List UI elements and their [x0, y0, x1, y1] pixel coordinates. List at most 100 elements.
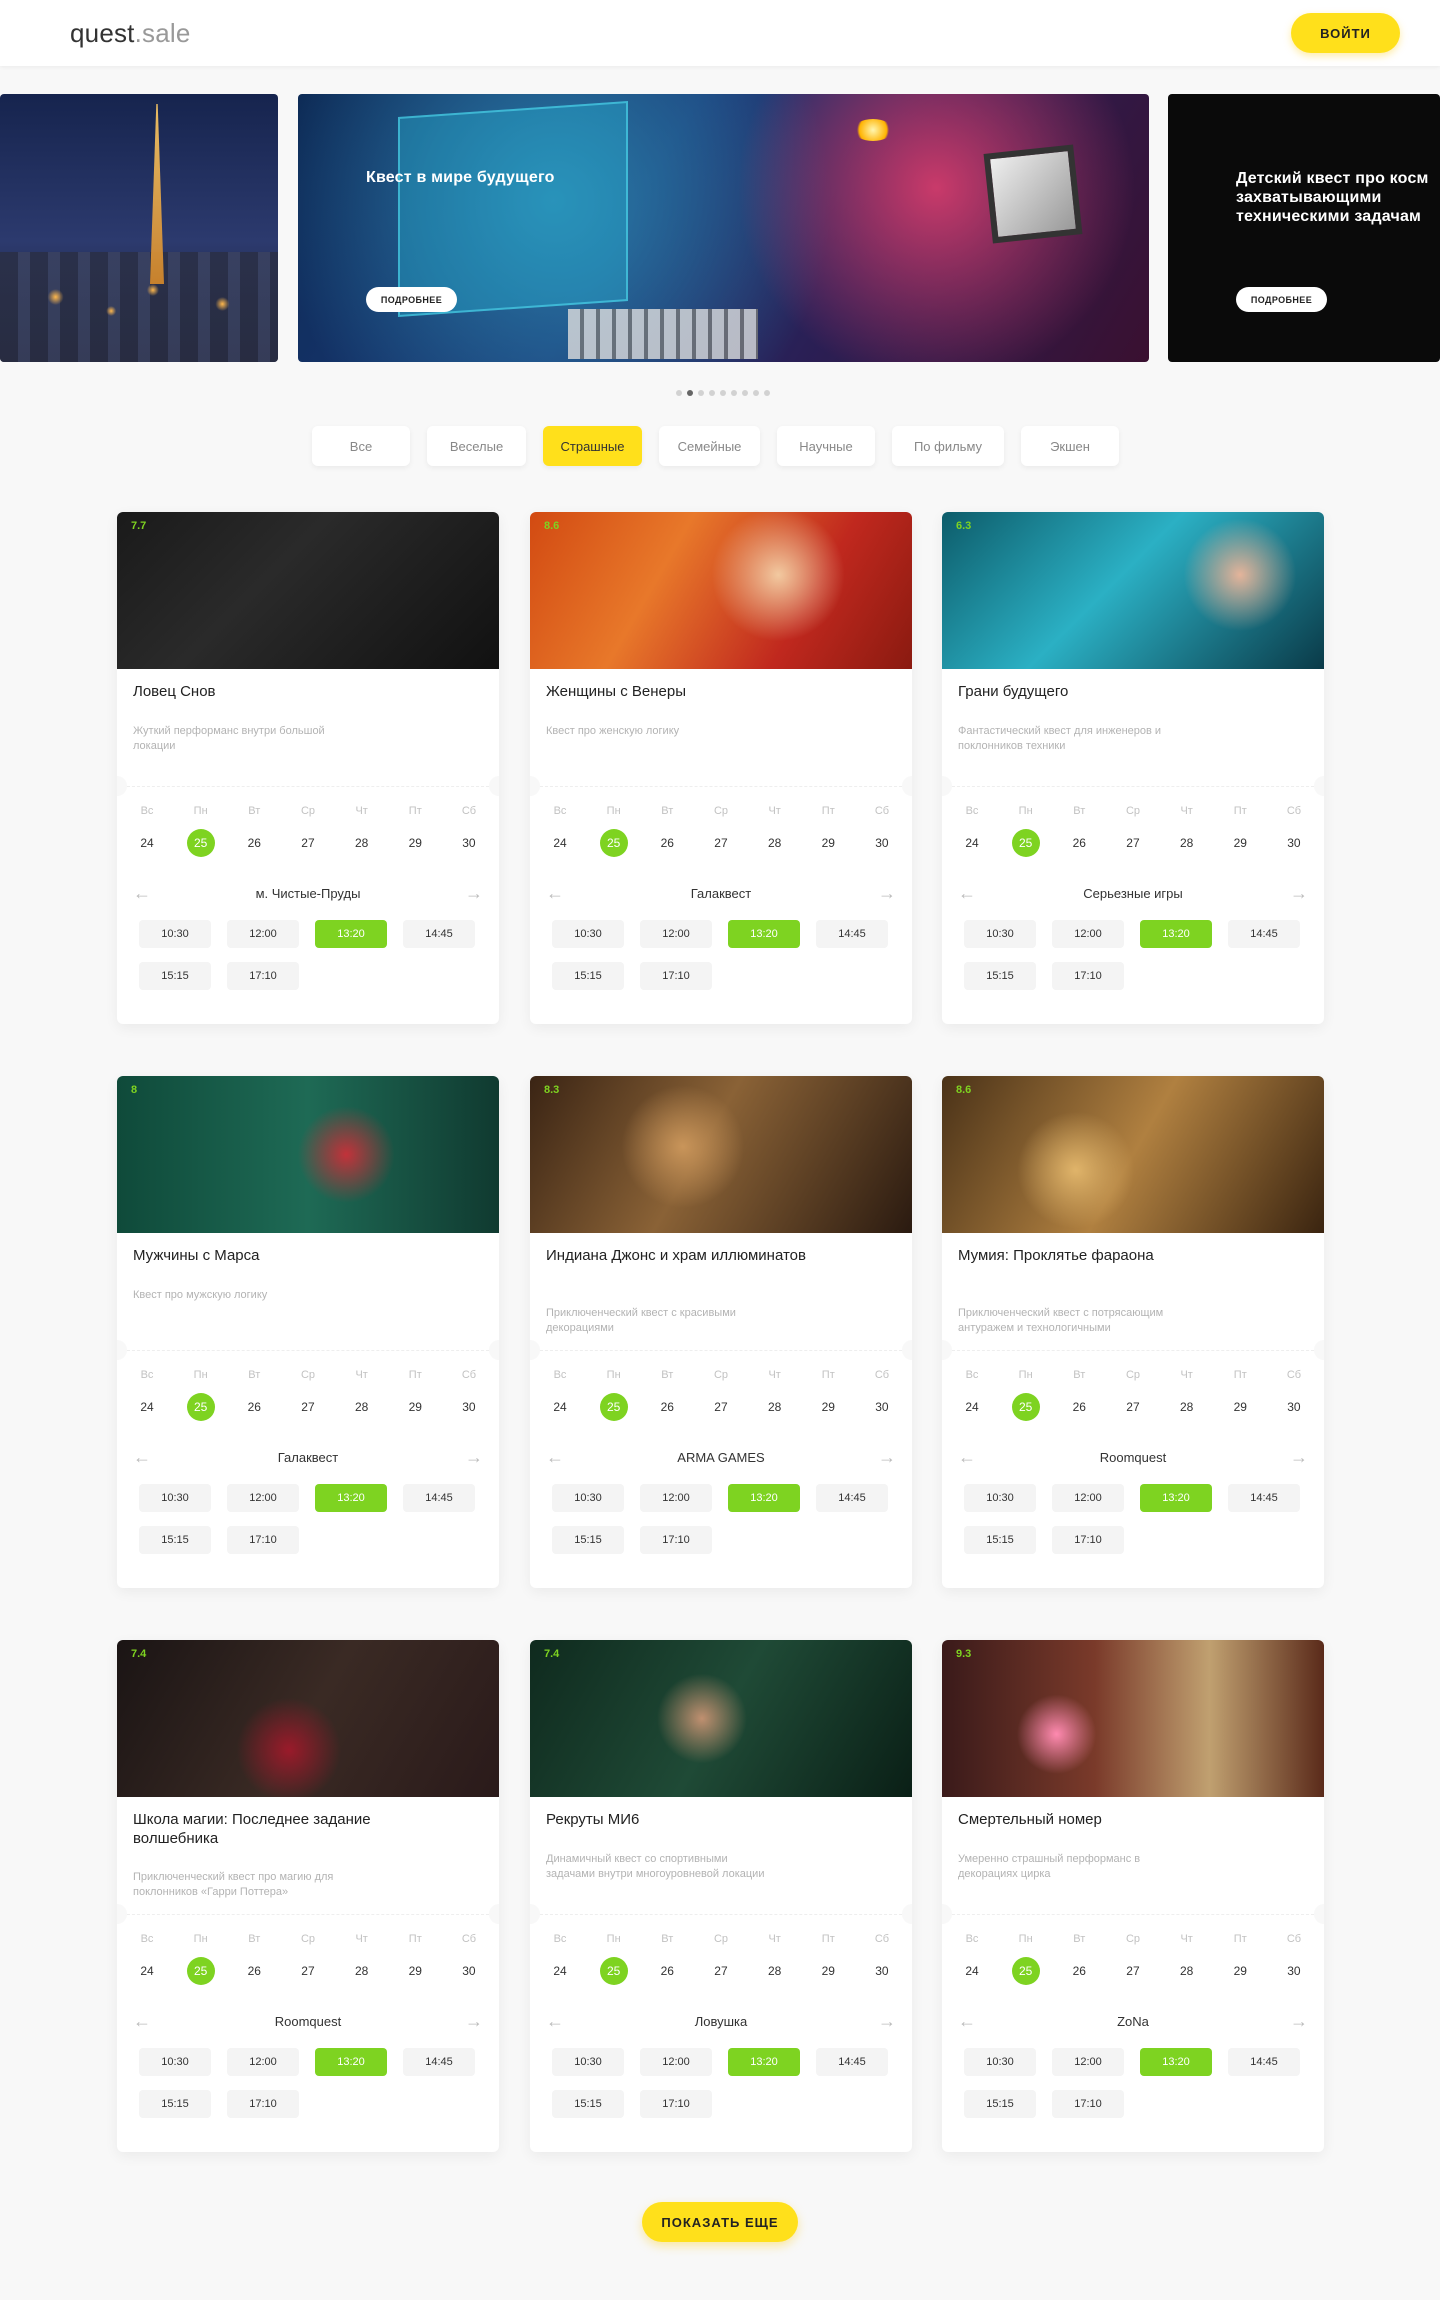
time-slot[interactable]: 15:15 [552, 2090, 624, 2118]
time-slot[interactable]: 10:30 [964, 920, 1036, 948]
arrow-left-icon[interactable]: ← [958, 884, 976, 902]
day-item[interactable]: Сб 30 [1275, 1933, 1313, 1985]
day-item[interactable]: Ср 27 [289, 1933, 327, 1985]
day-item[interactable]: Вт 26 [235, 1369, 273, 1421]
day-item[interactable]: Пн 25 [1007, 805, 1045, 857]
quest-title[interactable]: Школа магии: Последнее задание волшебник… [133, 1810, 433, 1848]
time-slot[interactable]: 15:15 [139, 1526, 211, 1554]
quest-image[interactable] [942, 1640, 1324, 1797]
logo[interactable]: quest.sale [70, 18, 191, 49]
quest-card[interactable]: 8 Мужчины с Марса Квест про мужскую логику… [117, 1076, 499, 1588]
day-number[interactable]: 27 [707, 1957, 735, 1985]
day-number[interactable]: 25 [599, 1957, 628, 1985]
quest-image[interactable] [530, 1640, 912, 1797]
day-item[interactable]: Ср 27 [289, 1369, 327, 1421]
day-item[interactable]: Пн 25 [1007, 1369, 1045, 1421]
time-slot[interactable]: 17:10 [640, 962, 712, 990]
day-item[interactable]: Вс 24 [953, 805, 991, 857]
day-item[interactable]: Вс 24 [128, 1933, 166, 1985]
time-slot[interactable]: 12:00 [227, 2048, 299, 2076]
day-number[interactable]: 30 [868, 829, 896, 857]
day-item[interactable]: Чт 28 [343, 1933, 381, 1985]
day-number[interactable]: 24 [546, 1393, 574, 1421]
time-slot[interactable]: 10:30 [139, 1484, 211, 1512]
day-number[interactable]: 29 [401, 829, 429, 857]
arrow-right-icon[interactable]: → [465, 884, 483, 902]
time-slot[interactable]: 12:00 [1052, 1484, 1124, 1512]
day-item[interactable]: Вс 24 [541, 805, 579, 857]
day-item[interactable]: Ср 27 [702, 1933, 740, 1985]
day-item[interactable]: Сб 30 [450, 805, 488, 857]
time-slot[interactable]: 15:15 [552, 962, 624, 990]
day-number[interactable]: 29 [814, 1957, 842, 1985]
day-number[interactable]: 27 [294, 829, 322, 857]
day-number[interactable]: 30 [455, 829, 483, 857]
filter-science[interactable]: Научные [777, 426, 875, 466]
quest-title[interactable]: Ловец Снов [133, 682, 433, 701]
day-number[interactable]: 27 [707, 1393, 735, 1421]
day-number[interactable]: 28 [348, 829, 376, 857]
day-item[interactable]: Вс 24 [953, 1369, 991, 1421]
time-slot[interactable]: 10:30 [964, 1484, 1036, 1512]
day-number[interactable]: 29 [1226, 829, 1254, 857]
day-item[interactable]: Сб 30 [863, 1933, 901, 1985]
day-number[interactable]: 27 [1119, 829, 1147, 857]
time-slot[interactable]: 12:00 [227, 1484, 299, 1512]
day-item[interactable]: Пт 29 [1221, 1369, 1259, 1421]
time-slot[interactable]: 13:20 [315, 1484, 387, 1512]
day-item[interactable]: Сб 30 [1275, 1369, 1313, 1421]
day-item[interactable]: Чт 28 [756, 1369, 794, 1421]
day-item[interactable]: Вт 26 [1060, 1933, 1098, 1985]
arrow-left-icon[interactable]: ← [958, 1448, 976, 1466]
time-slot[interactable]: 10:30 [139, 2048, 211, 2076]
filter-action[interactable]: Экшен [1021, 426, 1119, 466]
login-button[interactable]: ВОЙТИ [1291, 13, 1400, 53]
time-slot[interactable]: 14:45 [816, 1484, 888, 1512]
time-slot[interactable]: 14:45 [1228, 1484, 1300, 1512]
day-number[interactable]: 27 [707, 829, 735, 857]
time-slot[interactable]: 12:00 [1052, 920, 1124, 948]
day-item[interactable]: Вс 24 [128, 805, 166, 857]
day-number[interactable]: 24 [546, 829, 574, 857]
time-slot[interactable]: 13:20 [1140, 920, 1212, 948]
time-slot[interactable]: 17:10 [227, 962, 299, 990]
day-item[interactable]: Вт 26 [648, 1933, 686, 1985]
quest-image[interactable] [530, 1076, 912, 1233]
day-number[interactable]: 29 [401, 1957, 429, 1985]
day-item[interactable]: Пт 29 [809, 1933, 847, 1985]
day-number[interactable]: 25 [599, 1393, 628, 1421]
arrow-right-icon[interactable]: → [878, 1448, 896, 1466]
arrow-left-icon[interactable]: ← [133, 1448, 151, 1466]
day-number[interactable]: 28 [761, 1393, 789, 1421]
day-item[interactable]: Пн 25 [595, 1933, 633, 1985]
time-slot[interactable]: 17:10 [227, 2090, 299, 2118]
carousel-dot[interactable] [753, 390, 759, 396]
time-slot[interactable]: 10:30 [552, 1484, 624, 1512]
day-number[interactable]: 24 [958, 829, 986, 857]
time-slot[interactable]: 10:30 [552, 2048, 624, 2076]
time-slot[interactable]: 12:00 [640, 2048, 712, 2076]
arrow-right-icon[interactable]: → [1290, 884, 1308, 902]
day-item[interactable]: Пн 25 [182, 805, 220, 857]
time-slot[interactable]: 10:30 [552, 920, 624, 948]
day-number[interactable]: 26 [1065, 1957, 1093, 1985]
time-slot[interactable]: 13:20 [1140, 2048, 1212, 2076]
carousel-dot[interactable] [698, 390, 704, 396]
day-number[interactable]: 30 [1280, 829, 1308, 857]
day-number[interactable]: 26 [653, 1393, 681, 1421]
arrow-left-icon[interactable]: ← [546, 884, 564, 902]
carousel-dot[interactable] [676, 390, 682, 396]
quest-image[interactable] [942, 512, 1324, 669]
day-item[interactable]: Вс 24 [541, 1933, 579, 1985]
quest-image[interactable] [530, 512, 912, 669]
quest-card[interactable]: 7.7 Ловец Снов Жуткий перформанс внутри бо… [117, 512, 499, 1024]
day-number[interactable]: 28 [1173, 1957, 1201, 1985]
day-number[interactable]: 26 [240, 1393, 268, 1421]
arrow-left-icon[interactable]: ← [133, 2012, 151, 2030]
arrow-right-icon[interactable]: → [465, 2012, 483, 2030]
day-item[interactable]: Чт 28 [343, 805, 381, 857]
time-slot[interactable]: 14:45 [816, 920, 888, 948]
quest-card[interactable]: 8.6 Мумия: Проклятье фараона Приключенческ… [942, 1076, 1324, 1588]
arrow-left-icon[interactable]: ← [133, 884, 151, 902]
day-item[interactable]: Пн 25 [182, 1369, 220, 1421]
